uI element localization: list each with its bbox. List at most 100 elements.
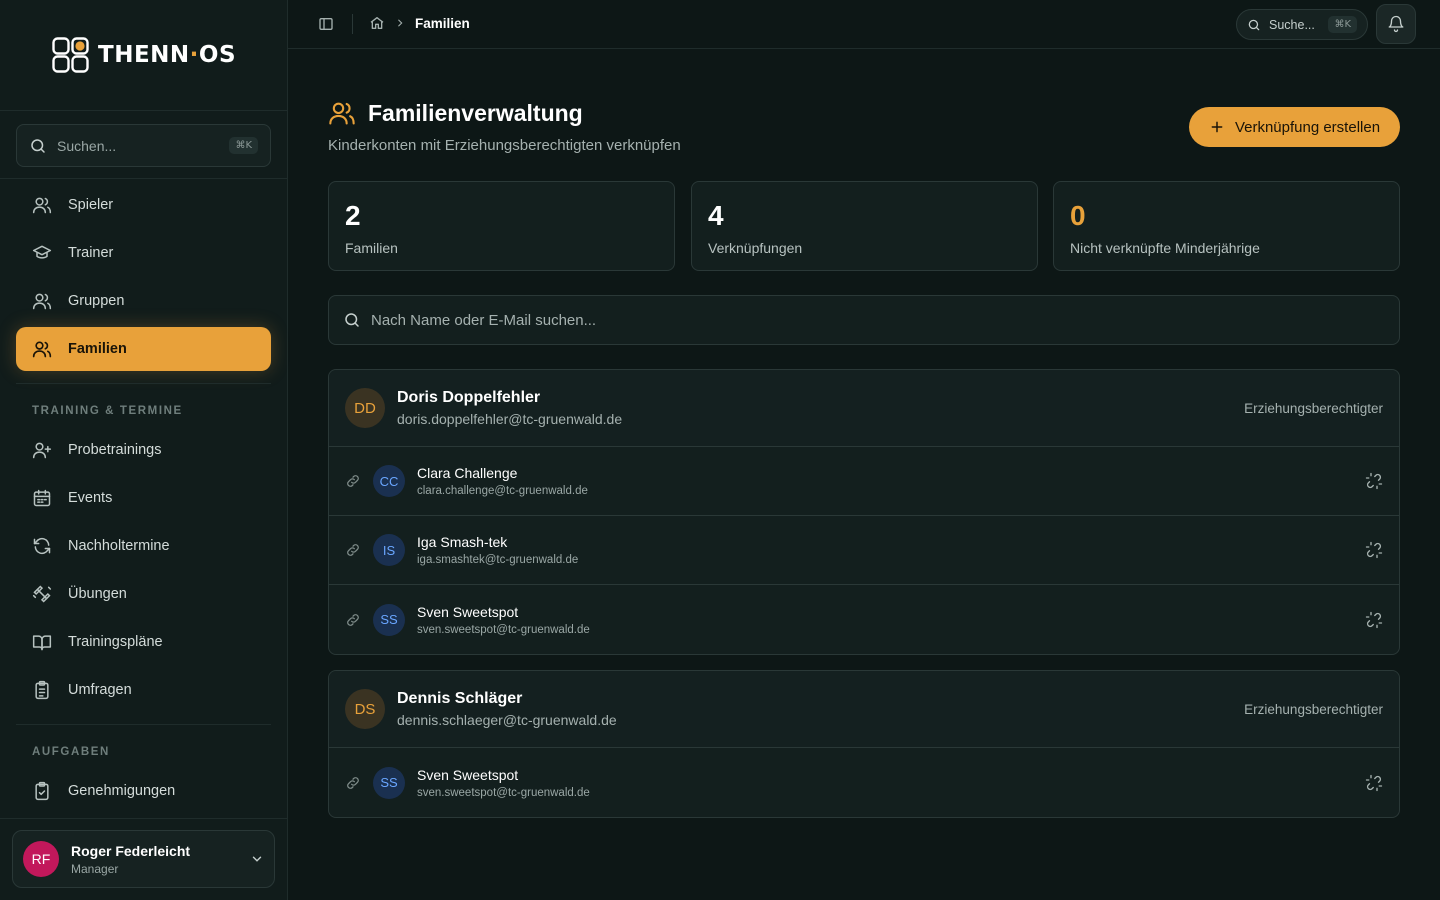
sidebar-search-input[interactable]: Suchen... ⌘K xyxy=(16,124,271,167)
sidebar-search-shortcut: ⌘K xyxy=(229,137,258,154)
topbar-search-shortcut: ⌘K xyxy=(1328,16,1357,33)
child-name: Iga Smash-tek xyxy=(417,534,508,550)
unlink-icon[interactable] xyxy=(1365,541,1383,559)
guardian-role: Erziehungsberechtigter xyxy=(1244,400,1383,416)
link-icon xyxy=(347,475,359,487)
avatar: IS xyxy=(373,534,405,566)
clipboard-list-icon xyxy=(35,680,49,700)
breadcrumb: Familien xyxy=(369,15,470,31)
bell-icon xyxy=(1388,15,1404,33)
sidebar-divider xyxy=(16,383,271,384)
unlink-icon[interactable] xyxy=(1365,472,1383,490)
sidebar-item-genehmigungen[interactable]: Genehmigungen xyxy=(16,769,271,813)
unlink-icon[interactable] xyxy=(1365,774,1383,792)
create-link-label: Verknüpfung erstellen xyxy=(1234,118,1381,136)
user-menu[interactable]: RF Roger Federleicht Manager xyxy=(12,830,275,888)
family-search-placeholder: Nach Name oder E-Mail suchen... xyxy=(371,311,597,329)
dumbbell-icon xyxy=(32,585,52,603)
family-card: DD Doris Doppelfehler doris.doppelfehler… xyxy=(328,369,1400,655)
guardian-email: dennis.schlaeger@tc-gruenwald.de xyxy=(397,712,617,728)
sidebar-item-label: Umfragen xyxy=(68,682,132,698)
sidebar-item-label: Spieler xyxy=(68,197,114,213)
refresh-icon xyxy=(33,537,51,555)
section-label-training: TRAINING & TERMINE xyxy=(32,405,183,417)
stat-label: Verknüpfungen xyxy=(708,240,803,256)
notifications-button[interactable] xyxy=(1376,4,1416,44)
sidebar-item-label: Nachholtermine xyxy=(68,538,170,554)
sidebar-item-label: Probetrainings xyxy=(68,442,162,458)
avatar: SS xyxy=(373,766,405,799)
child-name: Sven Sweetspot xyxy=(417,766,519,783)
user-info: Roger Federleicht Manager xyxy=(71,843,238,876)
sidebar-item-label: Familien xyxy=(68,341,127,357)
graduation-cap-icon xyxy=(32,245,52,259)
sidebar-item-familien[interactable]: Familien xyxy=(16,327,271,371)
child-info: Iga Smash-tek iga.smashtek@tc-gruenwald.… xyxy=(417,534,1353,566)
sidebar-item-umfragen[interactable]: Umfragen xyxy=(16,668,271,712)
app-logo[interactable]: THENN·OS xyxy=(52,37,236,73)
child-info: Sven Sweetspot sven.sweetspot@tc-gruenwa… xyxy=(417,767,1353,799)
family-info: Dennis Schläger dennis.schlaeger@tc-grue… xyxy=(397,690,1232,728)
sidebar-item-label: Trainingspläne xyxy=(68,634,163,650)
sidebar-item-events[interactable]: Events xyxy=(16,476,271,520)
user-name: Roger Federleicht xyxy=(71,842,191,859)
logo-text: THENN·OS xyxy=(98,42,237,68)
stat-value: 4 xyxy=(708,200,724,231)
topbar-separator xyxy=(352,14,353,34)
user-plus-icon xyxy=(32,442,52,459)
sidebar-item-trainingsplaene[interactable]: Trainingspläne xyxy=(16,620,271,664)
sidebar-item-probetrainings[interactable]: Probetrainings xyxy=(16,428,271,472)
sidebar-item-gruppen[interactable]: Gruppen xyxy=(16,279,271,323)
users-icon xyxy=(329,102,355,125)
users-icon xyxy=(32,293,52,310)
create-link-button[interactable]: Verknüpfung erstellen xyxy=(1189,107,1400,147)
breadcrumb-current: Familien xyxy=(415,15,470,31)
page-header: Familienverwaltung Kinderkonten mit Erzi… xyxy=(328,99,681,155)
sidebar-item-label: Events xyxy=(68,490,113,506)
sidebar-toggle-icon[interactable] xyxy=(318,16,334,32)
stat-card-verknuepfungen: 4 Verknüpfungen xyxy=(691,181,1038,271)
list-item: SS Sven Sweetspot sven.sweetspot@tc-grue… xyxy=(329,748,1399,817)
search-icon xyxy=(1248,19,1260,30)
guardian-role: Erziehungsberechtigter xyxy=(1244,701,1383,717)
family-header[interactable]: DD Doris Doppelfehler doris.doppelfehler… xyxy=(329,370,1399,447)
main-content: Familienverwaltung Kinderkonten mit Erzi… xyxy=(288,49,1440,900)
unlink-icon[interactable] xyxy=(1365,611,1383,629)
sidebar-item-nachholtermine[interactable]: Nachholtermine xyxy=(16,524,271,568)
list-item: SS Sven Sweetspot sven.sweetspot@tc-grue… xyxy=(329,585,1399,654)
users-icon xyxy=(32,197,52,214)
page-subtitle: Kinderkonten mit Erziehungsberechtigten … xyxy=(328,137,681,154)
link-icon xyxy=(347,544,359,556)
page-title: Familienverwaltung xyxy=(328,99,681,127)
family-search-input[interactable]: Nach Name oder E-Mail suchen... xyxy=(328,295,1400,345)
avatar: DD xyxy=(345,388,385,428)
list-item: IS Iga Smash-tek iga.smashtek@tc-gruenwa… xyxy=(329,516,1399,585)
users-icon xyxy=(32,341,52,358)
sidebar-item-label: Übungen xyxy=(68,586,127,602)
family-info: Doris Doppelfehler doris.doppelfehler@tc… xyxy=(397,389,1232,427)
topbar-search-input[interactable]: Suche... ⌘K xyxy=(1236,9,1368,40)
sidebar-item-label: Genehmigungen xyxy=(68,783,176,799)
topbar: Familien Suche... ⌘K xyxy=(288,0,1440,49)
stat-card-familien: 2 Familien xyxy=(328,181,675,271)
home-icon[interactable] xyxy=(369,15,385,31)
page-title-text: Familienverwaltung xyxy=(368,99,583,126)
sidebar-item-uebungen[interactable]: Übungen xyxy=(16,572,271,616)
search-icon xyxy=(31,138,45,153)
sidebar-item-trainer[interactable]: Trainer xyxy=(16,231,271,275)
stat-value: 0 xyxy=(1070,200,1086,231)
list-item: CC Clara Challenge clara.challenge@tc-gr… xyxy=(329,447,1399,516)
logo-grid-icon xyxy=(52,37,89,73)
guardian-name: Dennis Schläger xyxy=(397,690,523,707)
family-card: DS Dennis Schläger dennis.schlaeger@tc-g… xyxy=(328,670,1400,818)
sidebar-divider xyxy=(0,110,287,111)
sidebar-divider xyxy=(16,724,271,725)
stat-card-unlinked-minors: 0 Nicht verknüpfte Minderjährige xyxy=(1053,181,1400,271)
sidebar: THENN·OS Suchen... ⌘K Spieler Trainer Gr… xyxy=(0,0,288,900)
sidebar-item-spieler[interactable]: Spieler xyxy=(16,183,271,227)
chevron-right-icon xyxy=(398,19,403,27)
avatar: CC xyxy=(373,465,405,497)
family-header[interactable]: DS Dennis Schläger dennis.schlaeger@tc-g… xyxy=(329,671,1399,748)
calendar-icon xyxy=(33,489,51,507)
sidebar-divider xyxy=(0,178,287,179)
